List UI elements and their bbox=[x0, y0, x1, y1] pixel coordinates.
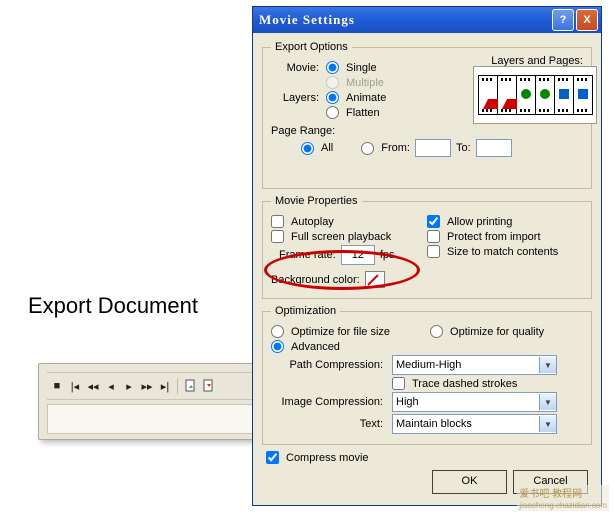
toolbar-bottom-row bbox=[47, 404, 266, 434]
text-label: Text: bbox=[271, 418, 387, 430]
autoplay-checkbox[interactable] bbox=[271, 215, 284, 228]
layers-animate-radio[interactable] bbox=[326, 91, 339, 104]
layers-pages-preview bbox=[473, 66, 597, 124]
frame-rate-input[interactable] bbox=[341, 245, 375, 265]
movie-properties-group: Movie Properties Autoplay Full screen pl… bbox=[262, 195, 592, 299]
opt-advanced-radio[interactable] bbox=[271, 340, 284, 353]
media-toolbar-row: ■ |◂ ◂◂ ◂ ▸ ▸▸ ▸| bbox=[47, 372, 266, 400]
page-from-label: From: bbox=[381, 142, 410, 154]
compress-movie-checkbox[interactable] bbox=[266, 451, 279, 464]
export-doc-icon[interactable] bbox=[202, 380, 214, 392]
page-from-input[interactable] bbox=[415, 139, 451, 157]
movie-single-radio[interactable] bbox=[326, 61, 339, 74]
protect-label: Protect from import bbox=[447, 231, 541, 243]
first-icon[interactable]: |◂ bbox=[69, 380, 81, 392]
watermark: 爱书吧 教程网 jiaocheng.chazidian.com bbox=[517, 485, 609, 511]
toolbar-separator bbox=[177, 378, 178, 394]
prev-icon[interactable]: ◂◂ bbox=[87, 380, 99, 392]
movie-multiple-label: Multiple bbox=[346, 77, 384, 89]
opt-advanced-label: Advanced bbox=[291, 341, 340, 353]
image-comp-select[interactable]: High ▼ bbox=[392, 392, 557, 412]
image-comp-label: Image Compression: bbox=[271, 396, 387, 408]
export-options-legend: Export Options bbox=[271, 41, 352, 53]
annotation-label: Export Document bbox=[28, 293, 198, 319]
watermark-main: 爱书吧 教程网 bbox=[519, 489, 582, 500]
chevron-down-icon: ▼ bbox=[539, 394, 556, 410]
movie-properties-legend: Movie Properties bbox=[271, 195, 362, 207]
page-to-input[interactable] bbox=[476, 139, 512, 157]
titlebar: Movie Settings ? X bbox=[253, 7, 601, 33]
import-doc-icon[interactable] bbox=[184, 380, 196, 392]
bg-color-swatch[interactable] bbox=[365, 271, 385, 288]
image-comp-value: High bbox=[396, 396, 419, 408]
page-from-radio[interactable] bbox=[361, 142, 374, 155]
ok-button[interactable]: OK bbox=[432, 470, 507, 494]
path-comp-label: Path Compression: bbox=[271, 359, 387, 371]
protect-checkbox[interactable] bbox=[427, 230, 440, 243]
compress-movie-label: Compress movie bbox=[286, 452, 369, 464]
page-to-label: To: bbox=[456, 142, 471, 154]
path-comp-value: Medium-High bbox=[396, 359, 461, 371]
page-all-label: All bbox=[321, 142, 333, 154]
close-button[interactable]: X bbox=[576, 9, 598, 31]
step-back-icon[interactable]: ◂ bbox=[105, 380, 117, 392]
frame-rate-label: Frame rate: bbox=[279, 249, 336, 261]
layers-flatten-label: Flatten bbox=[346, 107, 380, 119]
opt-quality-radio[interactable] bbox=[430, 325, 443, 338]
last-icon[interactable]: ▸| bbox=[159, 380, 171, 392]
help-button[interactable]: ? bbox=[552, 9, 574, 31]
size-match-checkbox[interactable] bbox=[427, 245, 440, 258]
allow-printing-label: Allow printing bbox=[447, 216, 512, 228]
layers-flatten-radio[interactable] bbox=[326, 106, 339, 119]
step-fwd-icon[interactable]: ▸▸ bbox=[141, 380, 153, 392]
autoplay-label: Autoplay bbox=[291, 216, 334, 228]
trace-dashed-label: Trace dashed strokes bbox=[412, 378, 517, 390]
stop-icon[interactable]: ■ bbox=[51, 380, 63, 392]
page-range-label: Page Range: bbox=[271, 125, 335, 137]
play-icon[interactable]: ▸ bbox=[123, 380, 135, 392]
opt-size-label: Optimize for file size bbox=[291, 326, 390, 338]
dialog-title: Movie Settings bbox=[259, 12, 355, 28]
movie-label: Movie: bbox=[271, 62, 321, 74]
page-all-radio[interactable] bbox=[301, 142, 314, 155]
layers-animate-label: Animate bbox=[346, 92, 386, 104]
layers-label: Layers: bbox=[271, 92, 321, 104]
optimization-group: Optimization Optimize for file size Opti… bbox=[262, 305, 592, 445]
fps-label: fps bbox=[380, 249, 395, 261]
path-comp-select[interactable]: Medium-High ▼ bbox=[392, 355, 557, 375]
chevron-down-icon: ▼ bbox=[539, 357, 556, 373]
text-select[interactable]: Maintain blocks ▼ bbox=[392, 414, 557, 434]
movie-single-label: Single bbox=[346, 62, 377, 74]
optimization-legend: Optimization bbox=[271, 305, 340, 317]
opt-size-radio[interactable] bbox=[271, 325, 284, 338]
bg-color-label: Background color: bbox=[271, 274, 360, 286]
watermark-sub: jiaocheng.chazidian.com bbox=[519, 501, 607, 510]
opt-quality-label: Optimize for quality bbox=[450, 326, 544, 338]
trace-dashed-checkbox[interactable] bbox=[392, 377, 405, 390]
allow-printing-checkbox[interactable] bbox=[427, 215, 440, 228]
media-toolbar: ■ |◂ ◂◂ ◂ ▸ ▸▸ ▸| bbox=[38, 363, 275, 440]
text-value: Maintain blocks bbox=[396, 418, 472, 430]
chevron-down-icon: ▼ bbox=[539, 416, 556, 432]
size-match-label: Size to match contents bbox=[447, 246, 558, 258]
fullscreen-label: Full screen playback bbox=[291, 231, 391, 243]
fullscreen-checkbox[interactable] bbox=[271, 230, 284, 243]
movie-multiple-radio bbox=[326, 76, 339, 89]
